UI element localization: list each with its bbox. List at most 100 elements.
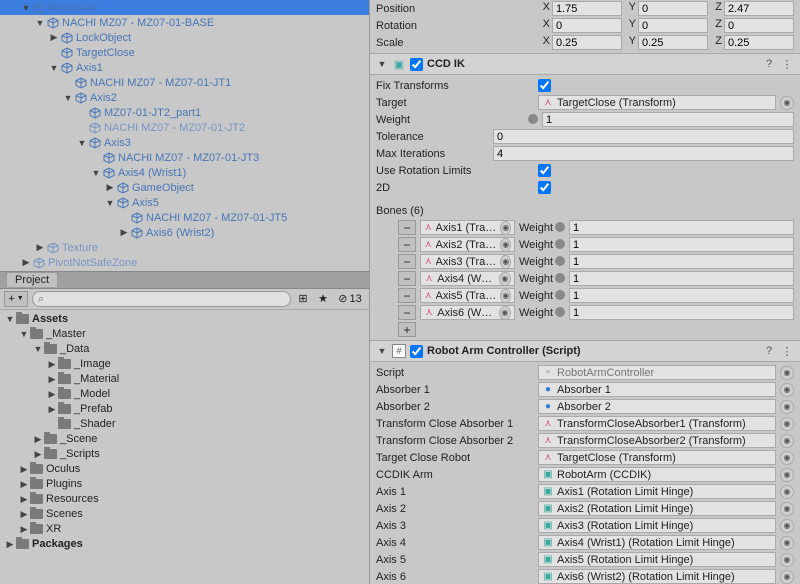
hierarchy-item[interactable]: NACHI MZ07 - MZ07-01-BASE xyxy=(0,15,369,30)
project-tab[interactable]: Project xyxy=(6,272,58,287)
hierarchy-item[interactable]: Axis3 xyxy=(0,135,369,150)
foldout-icon[interactable] xyxy=(76,138,88,148)
bone-weight-input[interactable] xyxy=(569,237,794,252)
hierarchy-item[interactable]: PivotNotSafeZone xyxy=(0,255,369,270)
foldout-icon[interactable] xyxy=(34,242,46,253)
project-item[interactable]: Oculus xyxy=(0,462,369,477)
foldout-icon[interactable] xyxy=(32,449,44,460)
rac-enable-checkbox[interactable] xyxy=(410,345,423,358)
bone-field[interactable]: ⋏Axis5 (Transform)◉ xyxy=(420,288,515,303)
max-iter-input[interactable] xyxy=(493,146,794,161)
use-rot-limits-checkbox[interactable] xyxy=(538,164,551,177)
ccdik-enable-checkbox[interactable] xyxy=(410,58,423,71)
foldout-icon[interactable] xyxy=(62,93,74,103)
object-picker-icon[interactable]: ◉ xyxy=(780,400,794,414)
foldout-icon[interactable] xyxy=(46,374,58,385)
object-field[interactable]: ▣RobotArm (CCDIK) xyxy=(538,467,776,482)
object-field[interactable]: ●Absorber 1 xyxy=(538,382,776,397)
object-picker-icon[interactable]: ◉ xyxy=(780,519,794,533)
foldout-icon[interactable] xyxy=(32,344,44,354)
help-icon[interactable]: ? xyxy=(762,344,776,358)
hierarchy-item[interactable]: NACHI MZ07 - MZ07-01-JT3 xyxy=(0,150,369,165)
foldout-icon[interactable] xyxy=(118,227,130,238)
scale-x-input[interactable] xyxy=(552,35,622,50)
bone-field[interactable]: ⋏Axis1 (Transform)◉ xyxy=(420,220,515,235)
component-menu-icon[interactable]: ⋮ xyxy=(780,57,794,71)
foldout-icon[interactable] xyxy=(18,464,30,475)
remove-bone-button[interactable]: − xyxy=(398,254,416,269)
object-field[interactable]: ▣Axis2 (Rotation Limit Hinge) xyxy=(538,501,776,516)
foldout-icon[interactable] xyxy=(90,168,102,178)
project-item[interactable]: _Model xyxy=(0,387,369,402)
foldout-icon[interactable] xyxy=(376,346,388,356)
object-picker-icon[interactable]: ◉ xyxy=(499,272,511,286)
object-picker-icon[interactable]: ◉ xyxy=(780,383,794,397)
remove-bone-button[interactable]: − xyxy=(398,288,416,303)
hierarchy-item[interactable]: NACHI MZ07 - MZ07-01-JT2 xyxy=(0,120,369,135)
project-item[interactable]: _Data xyxy=(0,342,369,357)
foldout-icon[interactable] xyxy=(48,63,60,73)
scale-y-input[interactable] xyxy=(638,35,708,50)
bone-field[interactable]: ⋏Axis4 (Wrist1)◉ xyxy=(420,271,515,286)
scale-z-input[interactable] xyxy=(724,35,794,50)
hierarchy-item[interactable]: Axis2 xyxy=(0,90,369,105)
project-item[interactable]: Assets xyxy=(0,312,369,327)
bone-field[interactable]: ⋏Axis6 (Wrist2)◉ xyxy=(420,305,515,320)
hierarchy-item[interactable]: Axis5 xyxy=(0,195,369,210)
add-bone-button[interactable]: + xyxy=(398,322,416,337)
foldout-icon[interactable] xyxy=(48,32,60,43)
foldout-icon[interactable] xyxy=(46,359,58,370)
object-picker-icon[interactable]: ◉ xyxy=(500,221,511,235)
hierarchy-item[interactable]: RobotArm xyxy=(0,0,369,15)
object-field[interactable]: ●Absorber 2 xyxy=(538,399,776,414)
project-item[interactable]: _Shader xyxy=(0,417,369,432)
foldout-icon[interactable] xyxy=(34,18,46,28)
project-item[interactable]: Resources xyxy=(0,492,369,507)
rot-z-input[interactable] xyxy=(724,18,794,33)
project-item[interactable]: _Image xyxy=(0,357,369,372)
bone-field[interactable]: ⋏Axis2 (Transform)◉ xyxy=(420,237,515,252)
object-picker-icon[interactable]: ◉ xyxy=(780,485,794,499)
foldout-icon[interactable] xyxy=(20,3,32,13)
hierarchy-item[interactable]: LockObject xyxy=(0,30,369,45)
project-item[interactable]: Scenes xyxy=(0,507,369,522)
2d-checkbox[interactable] xyxy=(538,181,551,194)
object-picker-icon[interactable]: ◉ xyxy=(780,417,794,431)
object-field[interactable]: ▣Axis5 (Rotation Limit Hinge) xyxy=(538,552,776,567)
foldout-icon[interactable] xyxy=(104,198,116,208)
project-item[interactable]: Plugins xyxy=(0,477,369,492)
foldout-icon[interactable] xyxy=(18,509,30,520)
object-picker-icon[interactable]: ◉ xyxy=(500,289,511,303)
ccdik-header[interactable]: ▣ CCD IK ? ⋮ xyxy=(370,53,800,75)
hierarchy-item[interactable]: Axis4 (Wrist1) xyxy=(0,165,369,180)
object-field[interactable]: ⋏TargetClose (Transform) xyxy=(538,450,776,465)
project-item[interactable]: _Scripts xyxy=(0,447,369,462)
project-item[interactable]: XR xyxy=(0,522,369,537)
rac-header[interactable]: # Robot Arm Controller (Script) ? ⋮ xyxy=(370,340,800,362)
remove-bone-button[interactable]: − xyxy=(398,305,416,320)
project-item[interactable]: _Material xyxy=(0,372,369,387)
project-item[interactable]: _Master xyxy=(0,327,369,342)
hierarchy-item[interactable]: MZ07-01-JT2_part1 xyxy=(0,105,369,120)
project-tree[interactable]: Assets_Master_Data_Image_Material_Model_… xyxy=(0,310,369,584)
object-picker-icon[interactable]: ◉ xyxy=(500,238,511,252)
object-field[interactable]: ⋏TransformCloseAbsorber1 (Transform) xyxy=(538,416,776,431)
project-item[interactable]: _Prefab xyxy=(0,402,369,417)
tolerance-input[interactable] xyxy=(493,129,794,144)
object-picker-icon[interactable]: ◉ xyxy=(780,468,794,482)
pos-z-input[interactable] xyxy=(724,1,794,16)
object-picker-icon[interactable]: ◉ xyxy=(500,255,511,269)
foldout-icon[interactable] xyxy=(18,524,30,535)
bone-weight-input[interactable] xyxy=(569,305,794,320)
object-picker-icon[interactable]: ◉ xyxy=(780,502,794,516)
hierarchy-item[interactable]: Texture xyxy=(0,240,369,255)
weight-value-input[interactable] xyxy=(542,112,794,127)
object-field[interactable]: ▣Axis3 (Rotation Limit Hinge) xyxy=(538,518,776,533)
bone-weight-input[interactable] xyxy=(569,254,794,269)
hierarchy-item[interactable]: Axis1 xyxy=(0,60,369,75)
object-field[interactable]: ▣Axis6 (Wrist2) (Rotation Limit Hinge) xyxy=(538,569,776,584)
bone-weight-input[interactable] xyxy=(569,220,794,235)
object-picker-icon[interactable]: ◉ xyxy=(780,451,794,465)
object-picker-icon[interactable]: ◉ xyxy=(780,570,794,584)
hierarchy-item[interactable]: NACHI MZ07 - MZ07-01-JT1 xyxy=(0,75,369,90)
